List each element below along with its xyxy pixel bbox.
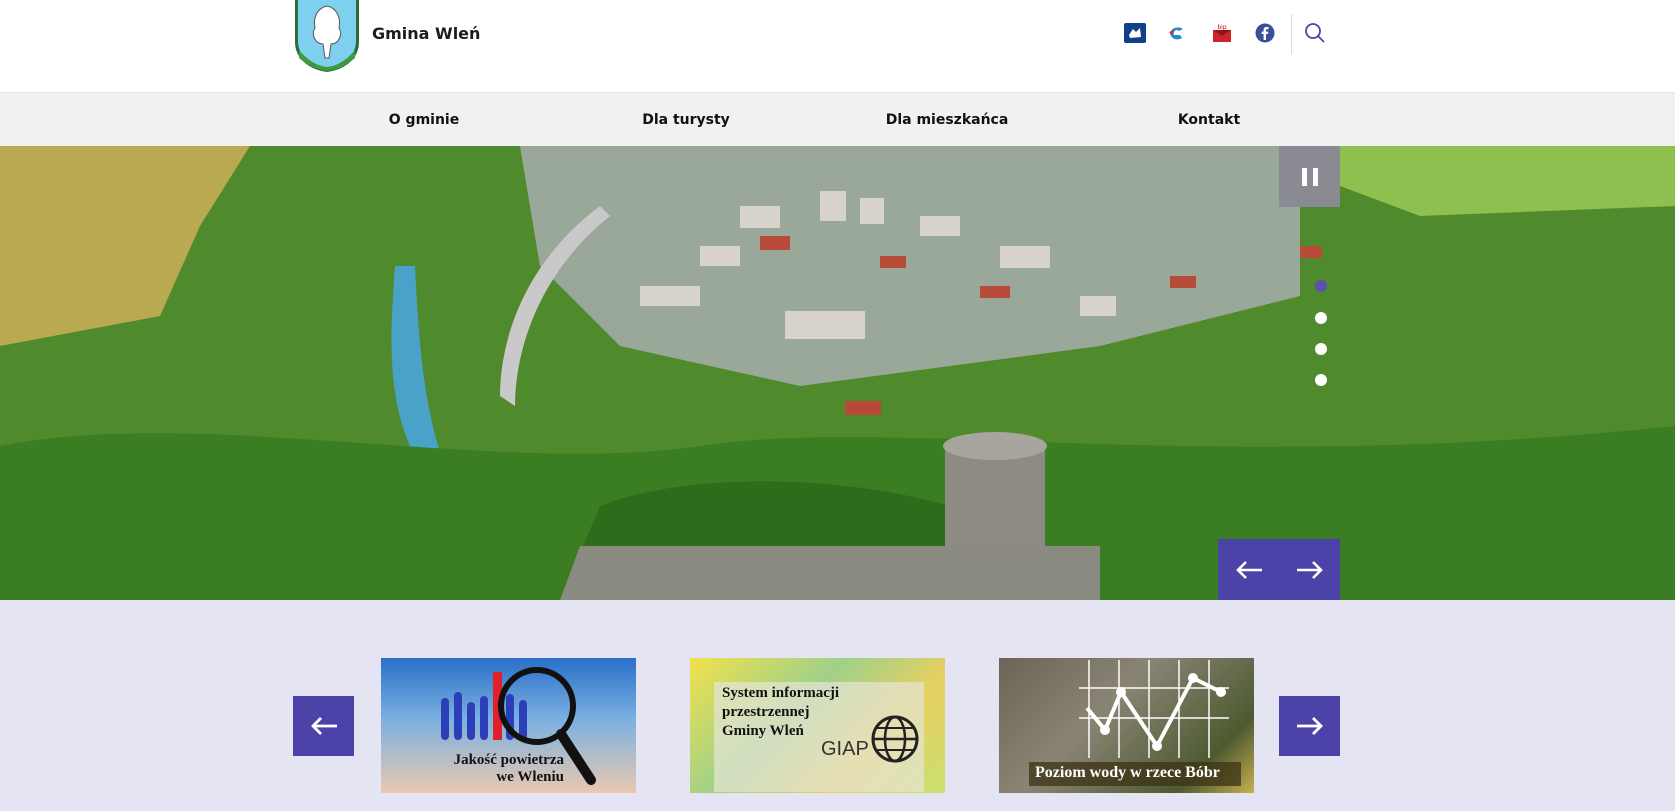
card-spatial-info-title: System informacji przestrzennej Gminy Wl… — [722, 684, 839, 741]
bip-label: bip — [1217, 24, 1226, 31]
card-spatial-info[interactable]: System informacji przestrzennej Gminy Wl… — [690, 658, 945, 793]
epuap-icon[interactable] — [1166, 20, 1192, 46]
coat-of-arms-logo[interactable] — [293, 0, 361, 72]
slider-dot-3[interactable] — [1315, 343, 1327, 355]
slider-pause-button[interactable] — [1279, 146, 1340, 207]
nav-item-dla-turysty[interactable]: Dla turysty — [642, 93, 730, 147]
aerial-town-photo — [0, 146, 1675, 600]
card-title-line: we Wleniu — [496, 769, 564, 785]
cards-prev-button[interactable] — [293, 696, 354, 756]
arrow-right-icon — [1296, 717, 1323, 735]
arrow-left-icon — [1235, 560, 1262, 579]
globe-icon — [871, 715, 919, 763]
nav-item-o-gminie[interactable]: O gminie — [389, 93, 459, 147]
pause-icon-bar — [1301, 167, 1307, 186]
nav-item-kontakt[interactable]: Kontakt — [1178, 93, 1240, 147]
facebook-icon[interactable] — [1252, 20, 1278, 46]
slider-dot-2[interactable] — [1315, 312, 1327, 324]
card-title-line: przestrzennej — [722, 704, 810, 720]
arrow-left-icon — [310, 717, 337, 735]
site-name[interactable]: Gmina Wleń — [372, 24, 480, 43]
card-air-quality-title: Jakość powietrza we Wleniu — [439, 752, 564, 786]
card-water-level[interactable]: Poziom wody w rzece Bóbr — [999, 658, 1254, 793]
card-air-quality[interactable]: Jakość powietrza we Wleniu — [381, 658, 636, 793]
slider-dot-1[interactable] — [1315, 280, 1327, 292]
giap-label: GIAP — [821, 738, 869, 760]
hero-next-button[interactable] — [1279, 539, 1340, 600]
header-separator — [1291, 14, 1292, 54]
site-header: Gmina Wleń bip — [0, 0, 1675, 92]
card-water-level-title: Poziom wody w rzece Bóbr — [1035, 764, 1220, 781]
slider-dot-4[interactable] — [1315, 374, 1327, 386]
card-title-line: System informacji — [722, 685, 840, 701]
sign-language-icon[interactable] — [1122, 20, 1148, 46]
bip-icon[interactable]: bip — [1209, 20, 1235, 46]
card-title-line: Jakość powietrza — [453, 752, 564, 768]
search-icon[interactable] — [1302, 20, 1328, 46]
arrow-right-icon — [1296, 560, 1323, 579]
pause-icon-bar — [1312, 167, 1318, 186]
cards-next-button[interactable] — [1279, 696, 1340, 756]
main-navigation: O gminie Dla turysty Dla mieszkańca Kont… — [0, 92, 1675, 148]
nav-item-dla-mieszkanca[interactable]: Dla mieszkańca — [886, 93, 1009, 147]
hero-prev-button[interactable] — [1218, 539, 1279, 600]
hero-slider-image — [0, 146, 1675, 600]
